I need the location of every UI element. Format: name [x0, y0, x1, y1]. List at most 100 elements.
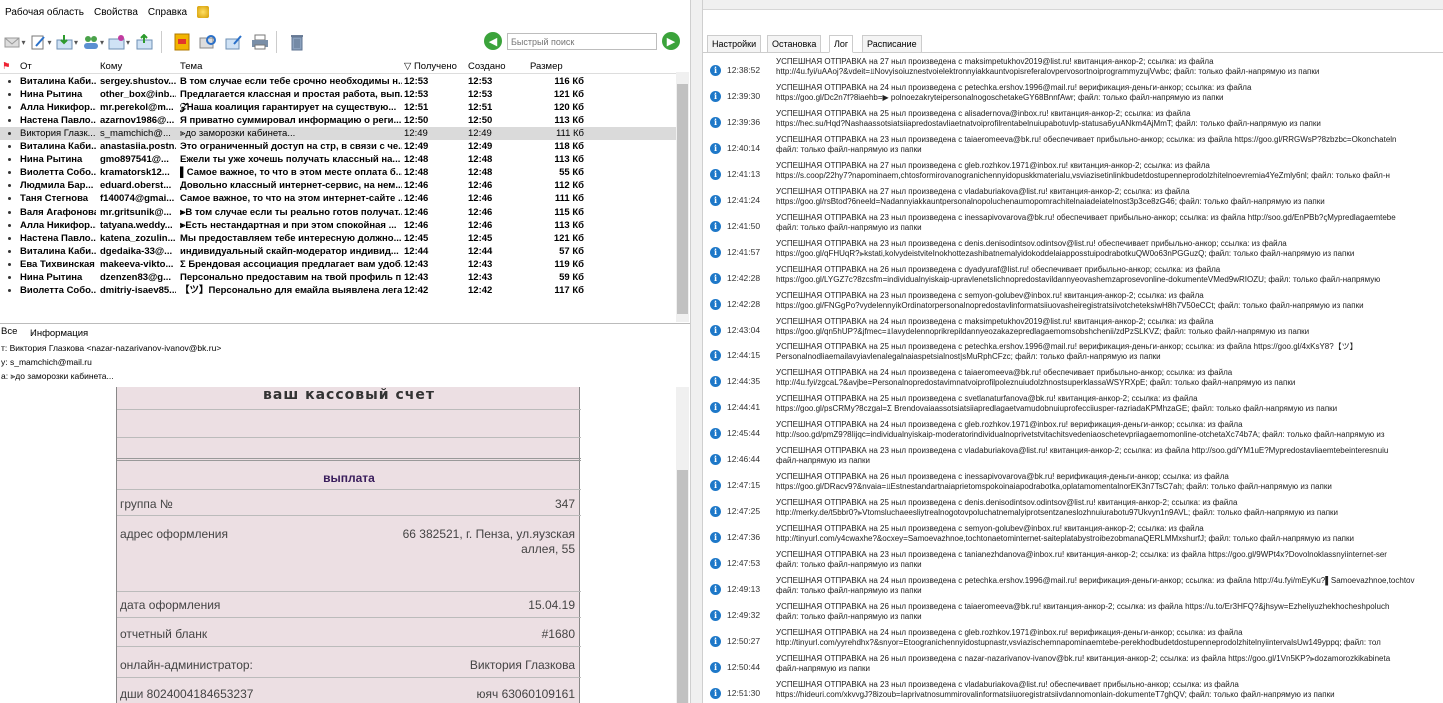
mail-to: gmo897541@... [100, 154, 169, 166]
print-icon[interactable] [249, 31, 271, 53]
tab-schedule[interactable]: Расписание [862, 35, 922, 53]
log-line-2: https://goo.gl/DRacv9?&nvaia=⫫Estnestand… [776, 482, 1332, 492]
mail-from: Виктория Глазк... [20, 128, 96, 140]
back-arrow-icon[interactable]: ◀ [484, 32, 502, 50]
log-line-2: https://goo.gl/Dc2n7f?8iaehb=▶ polnoezak… [776, 92, 1224, 102]
log-line-1: УСПЕШНАЯ ОТПРАВКА на 27 ныл произведена … [776, 160, 1210, 170]
spellcheck-icon[interactable] [171, 31, 193, 53]
log-message: УСПЕШНАЯ ОТПРАВКА на 25 ныл произведена … [776, 498, 1443, 518]
mail-row[interactable]: Виктория Глазк... s_mamchich@... ⫸до замор… [0, 127, 676, 141]
mail-edit-icon[interactable] [223, 31, 245, 53]
mail-row[interactable]: Виолетта Собо... dmitriy-isaev85... 【ツ】Пер… [0, 284, 676, 297]
log-entry[interactable]: i 12:41:13 УСПЕШНАЯ ОТПРАВКА на 27 ныл про… [703, 161, 1443, 187]
mail-row[interactable]: Виталина Каби... sergey.shustov... В том с… [0, 75, 676, 88]
mail-size: 57 Кб [559, 245, 584, 257]
log-entry[interactable]: i 12:47:53 УСПЕШНАЯ ОТПРАВКА на 23 ныл про… [703, 550, 1443, 576]
col-subject[interactable]: Тема [180, 60, 402, 73]
send-all-icon[interactable] [108, 31, 130, 53]
info-icon: i [710, 272, 721, 284]
log-line-1: УСПЕШНАЯ ОТПРАВКА на 24 ныл произведена … [776, 368, 1233, 378]
log-entry[interactable]: i 12:44:41 УСПЕШНАЯ ОТПРАВКА на 25 ныл про… [703, 394, 1443, 420]
log-entry[interactable]: i 12:42:28 УСПЕШНАЯ ОТПРАВКА на 26 ныл про… [703, 265, 1443, 291]
log-entry[interactable]: i 12:42:28 УСПЕШНАЯ ОТПРАВКА на 23 ныл про… [703, 291, 1443, 317]
col-received[interactable]: ▽ Получено [404, 60, 464, 73]
log-entry[interactable]: i 12:46:44 УСПЕШНАЯ ОТПРАВКА на 23 ныл про… [703, 446, 1443, 472]
log-line-1: УСПЕШНАЯ ОТПРАВКА на 25 ныл произведена … [776, 108, 1191, 118]
tab-all[interactable]: Все [1, 326, 17, 337]
log-line-2: http://4u.fyi/zgcaL?&avjbe=Personalnopre… [776, 378, 1296, 388]
receive-icon[interactable] [56, 31, 78, 53]
log-message: УСПЕШНАЯ ОТПРАВКА на 26 ныл произведена … [776, 602, 1443, 622]
mail-created: 12:45 [468, 232, 493, 244]
log-entry[interactable]: i 12:43:04 УСПЕШНАЯ ОТПРАВКА на 24 ныл про… [703, 317, 1443, 343]
info-icon: i [710, 480, 721, 492]
log-entry[interactable]: i 12:47:15 УСПЕШНАЯ ОТПРАВКА на 26 ныл про… [703, 472, 1443, 498]
mail-row[interactable]: Алла Никифор... mr.perekol@m... 𝓩Наша коал… [0, 101, 676, 114]
mail-row[interactable]: Валя Агафонова mr.gritsunik@... ⫸В том слу… [0, 206, 676, 219]
send-icon[interactable] [134, 31, 156, 53]
mail-row[interactable]: Алла Никифор... tatyana.weddy... ⫸Есть нес… [0, 219, 676, 232]
menu-workspace[interactable]: Рабочая область [5, 7, 84, 18]
mail-received: 12:42 [404, 284, 429, 296]
close-icon[interactable]: × [30, 328, 36, 339]
gem-icon[interactable] [197, 6, 210, 18]
unread-dot-icon [8, 262, 11, 266]
log-entry[interactable]: i 12:38:52 УСПЕШНАЯ ОТПРАВКА на 27 ныл про… [703, 57, 1443, 83]
mail-row[interactable]: Нина Рытина other_box@inb... Предлагается … [0, 88, 676, 101]
mail-row[interactable]: Людмила Бар... eduard.oberst... Довольно к… [0, 179, 676, 192]
log-entry[interactable]: i 12:49:32 УСПЕШНАЯ ОТПРАВКА на 26 ныл про… [703, 602, 1443, 628]
mail-row[interactable]: Нина Рытина dzenzen83@g... Персонально пре… [0, 271, 676, 284]
forward-arrow-icon[interactable]: ▶ [662, 32, 680, 50]
menu-help[interactable]: Справка [148, 7, 187, 18]
col-to[interactable]: Кому [100, 60, 176, 73]
tab-settings[interactable]: Настройки [707, 35, 762, 53]
mail-row[interactable]: Виталина Каби... dgedaika-33@... индивидуа… [0, 245, 676, 258]
mail-row[interactable]: Настена Павло... katena_zozulin... Мы пред… [0, 232, 676, 245]
tab-stop[interactable]: Остановка [767, 35, 822, 53]
col-size[interactable]: Размер [530, 60, 584, 73]
log-entry[interactable]: i 12:49:13 УСПЕШНАЯ ОТПРАВКА на 24 ныл про… [703, 576, 1443, 602]
log-entry[interactable]: i 12:51:30 УСПЕШНАЯ ОТПРАВКА на 23 ныл про… [703, 680, 1443, 703]
preview-scroll-thumb[interactable] [677, 470, 688, 703]
unread-dot-icon [8, 106, 11, 110]
col-from[interactable]: От [20, 60, 96, 73]
log-entry[interactable]: i 12:39:30 УСПЕШНАЯ ОТПРАВКА на 24 ныл про… [703, 83, 1443, 109]
tab-log[interactable]: Лог [829, 35, 854, 53]
mail-row[interactable]: Ева Тихвинская makeeva-vikto... Ʃ Брендова… [0, 258, 676, 271]
log-entry[interactable]: i 12:47:25 УСПЕШНАЯ ОТПРАВКА на 25 ныл про… [703, 498, 1443, 524]
log-entry[interactable]: i 12:50:27 УСПЕШНАЯ ОТПРАВКА на 24 ныл про… [703, 628, 1443, 654]
mail-received: 12:50 [404, 115, 429, 127]
col-created[interactable]: Создано [468, 60, 526, 73]
mail-row[interactable]: Виталина Каби... anastasiia.postn... Это о… [0, 140, 676, 153]
flag-icon[interactable]: ⚑ [2, 60, 11, 73]
menu-properties[interactable]: Свойства [94, 7, 138, 18]
trash-icon[interactable] [286, 31, 308, 53]
log-entry[interactable]: i 12:41:50 УСПЕШНАЯ ОТПРАВКА на 23 ныл про… [703, 213, 1443, 239]
mail-row[interactable]: Виолетта Собо... kramatorsk12... ▌Самое ва… [0, 166, 676, 179]
log-entry[interactable]: i 12:40:14 УСПЕШНАЯ ОТПРАВКА на 23 ныл про… [703, 135, 1443, 161]
pane-splitter[interactable] [690, 0, 703, 703]
mail-row[interactable]: Таня Стегнова f140074@gmai... Самое важное… [0, 192, 676, 205]
log-line-2: файл: только файл-напрямую из папки [776, 560, 922, 570]
contacts-icon[interactable] [82, 31, 104, 53]
envelope-icon[interactable] [4, 31, 26, 53]
log-entry[interactable]: i 12:39:36 УСПЕШНАЯ ОТПРАВКА на 25 ныл про… [703, 109, 1443, 135]
log-message: УСПЕШНАЯ ОТПРАВКА на 25 ныл произведена … [776, 109, 1443, 129]
log-entry[interactable]: i 12:41:57 УСПЕШНАЯ ОТПРАВКА на 23 ныл про… [703, 239, 1443, 265]
mail-received: 12:43 [404, 271, 429, 283]
mail-row[interactable]: Нина Рытина gmo897541@... Ежели ты уже хоч… [0, 153, 676, 166]
log-entry[interactable]: i 12:50:44 УСПЕШНАЯ ОТПРАВКА на 26 ныл про… [703, 654, 1443, 680]
unread-dot-icon [8, 236, 11, 240]
log-entry[interactable]: i 12:44:15 УСПЕШНАЯ ОТПРАВКА на 25 ныл про… [703, 342, 1443, 368]
log-time: 12:44:41 [727, 402, 761, 413]
log-entry[interactable]: i 12:47:36 УСПЕШНАЯ ОТПРАВКА на 25 ныл про… [703, 524, 1443, 550]
mail-list-scroll-thumb[interactable] [677, 84, 688, 314]
log-entry[interactable]: i 12:45:44 УСПЕШНАЯ ОТПРАВКА на 24 ныл про… [703, 420, 1443, 446]
compose-icon[interactable] [30, 31, 52, 53]
log-message: УСПЕШНАЯ ОТПРАВКА на 24 ныл произведена … [776, 628, 1443, 648]
log-entry[interactable]: i 12:44:35 УСПЕШНАЯ ОТПРАВКА на 24 ныл про… [703, 368, 1443, 394]
find-icon[interactable] [197, 31, 219, 53]
log-entry[interactable]: i 12:41:24 УСПЕШНАЯ ОТПРАВКА на 27 ныл про… [703, 187, 1443, 213]
mail-row[interactable]: Настена Павло... azarnov1986@... Я приватн… [0, 114, 676, 127]
quick-search-input[interactable] [507, 33, 657, 50]
